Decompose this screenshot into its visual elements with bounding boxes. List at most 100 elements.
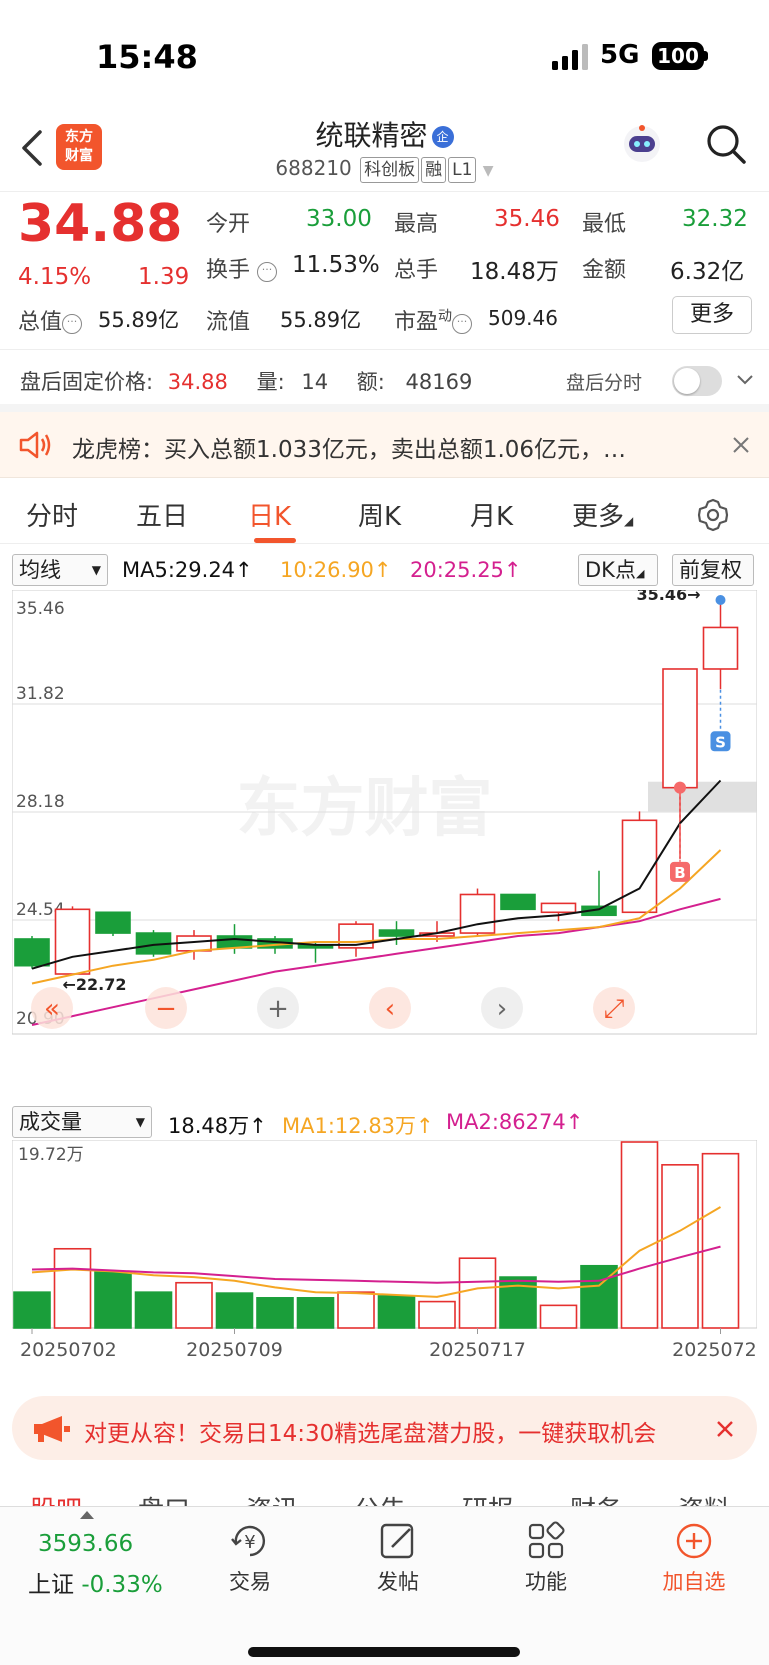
volume-bar xyxy=(134,1291,173,1329)
mcap-label[interactable]: 总值 ··· xyxy=(18,304,83,336)
tab-monthly-k[interactable]: 月K xyxy=(470,496,513,533)
high-value: 35.46 xyxy=(494,206,560,232)
stock-code-line[interactable]: 688210 科创板融 L1 ▼ xyxy=(200,156,569,183)
low-value: 32.32 xyxy=(682,206,748,232)
notice-text: 龙虎榜：买入总额1.033亿元，卖出总额1.06亿元，… xyxy=(72,437,627,463)
subtab-announcements[interactable]: 公告 xyxy=(354,1490,406,1506)
nav-add-watchlist[interactable]: 加自选 xyxy=(644,1521,744,1596)
tab-five-day[interactable]: 五日 xyxy=(136,496,188,533)
scroll-left-icon[interactable]: ‹ xyxy=(369,987,411,1029)
fullscreen-icon-glyph: ⤢ xyxy=(604,994,625,1024)
add-circle-icon xyxy=(676,1523,712,1559)
kline-chart[interactable]: 东方财富35.4631.8228.1824.5420.9035.46→←22.7… xyxy=(12,590,757,1098)
candle-body xyxy=(95,911,131,934)
subtab-news[interactable]: 资讯 xyxy=(246,1490,298,1506)
zoom-out-icon[interactable]: − xyxy=(145,987,187,1029)
subtab-finance[interactable]: 财务 xyxy=(570,1490,622,1506)
pe-value: 509.46 xyxy=(488,306,558,330)
scroll-left-fast-icon[interactable]: « xyxy=(31,987,73,1029)
zoom-in-icon-glyph: + xyxy=(267,994,289,1024)
tab-daily-k[interactable]: 日K xyxy=(248,496,291,533)
after-hours-row: 盘后固定价格: 34.88 量: 14 额: 48169 盘后分时 xyxy=(0,350,769,412)
zoom-in-icon[interactable]: + xyxy=(257,987,299,1029)
volume-max-label: 19.72万 xyxy=(18,1145,84,1165)
buy-marker-label: B xyxy=(674,864,685,882)
amount-label: 金额 xyxy=(582,258,627,283)
dropdown-triangle-icon: ▼ xyxy=(482,163,494,179)
volume-chart[interactable]: 19.72万 20250702 20250709 20250717 20250725 xyxy=(12,1140,757,1388)
gear-icon[interactable] xyxy=(696,498,730,532)
subtab-forum[interactable]: 股吧 xyxy=(30,1490,82,1506)
volume-label: 总手 xyxy=(394,258,439,283)
turnover-label[interactable]: 换手 ··· xyxy=(206,252,278,284)
promo-banner[interactable]: 对更从容！交易日14:30精选尾盘潜力股，一键获取机会 xyxy=(12,1396,757,1460)
nav-post[interactable]: 发帖 xyxy=(348,1521,448,1596)
low-label: 最低 xyxy=(582,212,627,237)
candle-body xyxy=(662,668,698,789)
dropdown-triangle-icon: ◢ xyxy=(624,514,634,528)
megaphone-icon xyxy=(34,1416,70,1442)
tab-intraday[interactable]: 分时 xyxy=(26,496,78,533)
stock-code: 688210 xyxy=(275,156,352,180)
volume-indicator-select[interactable]: 成交量 ▼ xyxy=(12,1106,152,1138)
tag-level: L1 xyxy=(448,157,477,183)
back-arrow-icon[interactable] xyxy=(18,128,48,168)
x-tick-label: 20250709 xyxy=(186,1339,283,1361)
change-amount: 1.39 xyxy=(138,264,190,290)
volume-bar xyxy=(539,1304,578,1329)
index-value[interactable]: 3593.66 xyxy=(38,1531,133,1557)
close-icon[interactable] xyxy=(732,436,750,454)
dragon-tiger-notice[interactable]: 龙虎榜：买入总额1.033亿元，卖出总额1.06亿元，… xyxy=(0,412,769,478)
max-marker xyxy=(715,595,726,605)
stock-name[interactable]: 统联精密企 xyxy=(200,114,569,154)
battery-icon: 100 xyxy=(652,42,704,70)
candle-body xyxy=(540,902,577,914)
subtab-profile[interactable]: 资料 xyxy=(678,1490,730,1506)
volume-bar xyxy=(337,1291,375,1329)
scroll-left-fast-icon-glyph: « xyxy=(44,994,60,1024)
tab-weekly-k[interactable]: 周K xyxy=(358,496,401,533)
promo-text: 对更从容！交易日14:30精选尾盘潜力股，一键获取机会 xyxy=(84,1421,657,1447)
dk-point-select[interactable]: DK点◢ xyxy=(578,554,658,586)
after-hours-chart-label: 盘后分时 xyxy=(566,372,643,394)
pe-label[interactable]: 市盈动 ··· xyxy=(394,304,473,336)
float-value: 55.89亿 xyxy=(280,308,362,332)
y-tick-label: 28.18 xyxy=(16,792,65,812)
chevron-down-icon[interactable] xyxy=(736,374,754,386)
volume-bar xyxy=(13,1291,51,1329)
volume-value: 18.48万↑ xyxy=(168,1114,267,1138)
signal-icon xyxy=(552,44,588,70)
close-icon[interactable] xyxy=(716,1420,734,1438)
subtab-orderbook[interactable]: 盘口 xyxy=(138,1490,190,1506)
nav-trade[interactable]: ¥ 交易 xyxy=(200,1521,300,1596)
volume-bar xyxy=(215,1292,254,1329)
open-value: 33.00 xyxy=(306,206,372,232)
yen-cycle-icon: ¥ xyxy=(231,1525,266,1557)
tab-more[interactable]: 更多◢ xyxy=(572,496,633,533)
search-icon[interactable] xyxy=(704,122,748,166)
app-logo[interactable]: 东方 财富 xyxy=(56,124,102,170)
fullscreen-icon[interactable]: ⤢ xyxy=(593,987,635,1029)
candle-body xyxy=(702,626,739,670)
index-quote[interactable]: 上证 -0.33% xyxy=(28,1565,163,1599)
after-hours-info: 盘后固定价格: 34.88 量: 14 额: 48169 xyxy=(20,370,473,394)
turnover-value: 11.53% xyxy=(292,252,380,278)
x-tick-label: 20250725 xyxy=(672,1339,757,1361)
ma-select[interactable]: 均线 ▼ xyxy=(12,554,108,586)
scroll-right-icon[interactable]: › xyxy=(481,987,523,1029)
more-button[interactable]: 更多 xyxy=(672,296,752,334)
volume-bar xyxy=(418,1300,456,1329)
scroll-left-icon-glyph: ‹ xyxy=(385,994,395,1024)
subtab-reports[interactable]: 研报 xyxy=(462,1490,514,1506)
zoom-out-icon-glyph: − xyxy=(155,994,177,1024)
volume-bar xyxy=(53,1247,92,1329)
volume-bar xyxy=(256,1297,294,1329)
volume-bar xyxy=(175,1281,213,1329)
x-tick-label: 20250717 xyxy=(429,1339,526,1361)
dropdown-triangle-icon: ◢ xyxy=(635,567,645,580)
adjust-select[interactable]: 前复权 xyxy=(672,554,754,586)
open-label: 今开 xyxy=(206,212,251,237)
home-indicator xyxy=(248,1647,520,1657)
nav-functions[interactable]: 功能 xyxy=(496,1521,596,1596)
ai-assistant-icon[interactable] xyxy=(620,122,664,166)
